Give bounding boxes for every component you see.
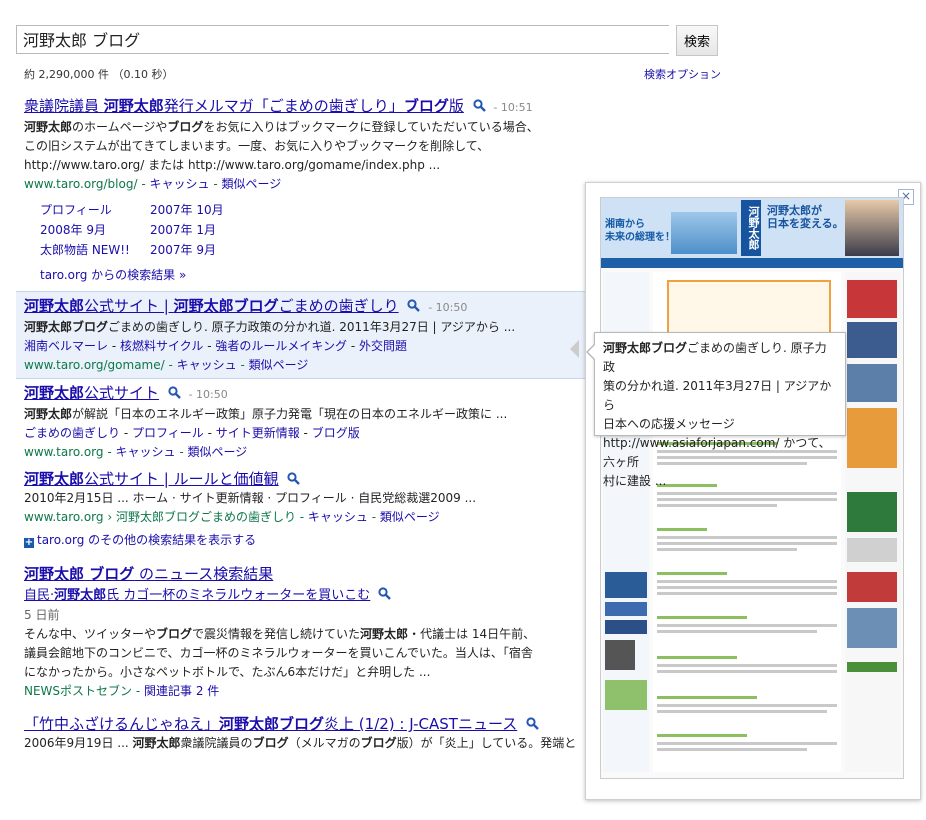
news-source-line: NEWSポストセブン - 関連記事 2 件 bbox=[24, 684, 220, 698]
thumbnail-banner: 湘南から 未来の総理を！ 河野太郎 河野太郎が 日本を変える。 bbox=[601, 198, 903, 258]
result-time: - 10:50 bbox=[188, 388, 228, 401]
result-item: 「竹中ふざけるんじゃねえ」河野太郎ブログ炎上 (1/2) : J-CASTニュー… bbox=[16, 704, 586, 757]
preview-magnifier-icon[interactable] bbox=[407, 299, 421, 312]
inline-sitelink[interactable]: プロフィール bbox=[132, 426, 204, 440]
result-title: 衆議院議員 河野太郎発行メルマガ「ごまめの歯ぎしり」ブログ版 - 10:51 bbox=[24, 96, 578, 118]
result-item: 河野太郎公式サイト - 10:50 河野太郎が解説「日本のエネルギー政策」原子力… bbox=[16, 379, 586, 465]
result-url: www.taro.org/gomame/ bbox=[24, 358, 165, 372]
search-options-link[interactable]: 検索オプション bbox=[644, 66, 721, 82]
banner-slogan-left: 湘南から 未来の総理を！ bbox=[605, 219, 675, 243]
thumbnail-nav bbox=[601, 258, 903, 268]
cache-link[interactable]: キャッシュ bbox=[177, 358, 237, 372]
sitelink[interactable]: 2007年 10月 bbox=[150, 201, 260, 218]
news-section: 河野太郎 ブログ のニュース検索結果 自民·河野太郎氏 カゴ一杯のミネラルウォー… bbox=[16, 552, 586, 704]
result-snippet: 2010年2月15日 ... ホーム · サイト更新情報 · プロフィール · … bbox=[24, 491, 477, 505]
news-heading-link[interactable]: 河野太郎 ブログ のニュース検索結果 bbox=[24, 565, 273, 583]
news-item-link[interactable]: 自民·河野太郎氏 カゴ一杯のミネラルウォーターを買いこむ bbox=[24, 588, 370, 603]
result-title: 河野太郎公式サイト | ルールと価値観 bbox=[24, 469, 578, 489]
search-input[interactable]: 河野太郎 ブログ bbox=[16, 25, 669, 54]
result-time: - 10:50 bbox=[428, 301, 468, 314]
news-snippet: そんな中、ツイッターやブログで震災情報を発信し続けていた河野太郎・代議士は 14… bbox=[24, 627, 536, 679]
search-button[interactable]: 検索 bbox=[676, 25, 718, 56]
banner-portrait bbox=[845, 200, 899, 256]
result-item: 河野太郎公式サイト | ルールと価値観 2010年2月15日 ... ホーム ·… bbox=[16, 465, 586, 552]
instant-preview-pane: × 湘南から 未来の総理を！ 河野太郎 河野太郎が 日本を変える。 bbox=[585, 182, 921, 800]
similar-link[interactable]: 類似ページ bbox=[221, 177, 281, 191]
preview-magnifier-icon[interactable] bbox=[473, 99, 486, 112]
thumbnail-right-column bbox=[845, 272, 901, 772]
result-url: www.taro.org bbox=[24, 445, 104, 459]
callout-pointer bbox=[586, 343, 596, 361]
search-bar: 河野太郎 ブログ 検索 bbox=[16, 25, 718, 56]
result-title: 河野太郎公式サイト - 10:50 bbox=[24, 383, 578, 405]
result-title-link[interactable]: 「竹中ふざけるんじゃねえ」河野太郎ブログ炎上 (1/2) : J-CASTニュー… bbox=[24, 715, 517, 733]
result-url-line: www.taro.org/gomame/ - キャッシュ - 類似ページ bbox=[24, 358, 309, 372]
result-url-line: www.taro.org - キャッシュ - 類似ページ bbox=[24, 445, 248, 459]
result-url: www.taro.org/blog/ bbox=[24, 177, 138, 191]
result-title-link[interactable]: 衆議院議員 河野太郎発行メルマガ「ごまめの歯ぎしり」ブログ版 bbox=[24, 97, 464, 115]
inline-sitelink[interactable]: 湘南ベルマーレ bbox=[24, 339, 108, 353]
result-title-link[interactable]: 河野太郎公式サイト | 河野太郎ブログごまめの歯ぎしり bbox=[24, 297, 399, 315]
result-url-line: www.taro.org › 河野太郎ブログごまめの歯ぎしり - キャッシュ -… bbox=[24, 510, 440, 524]
result-title-link[interactable]: 河野太郎公式サイト bbox=[24, 384, 159, 402]
preview-pointer bbox=[570, 340, 579, 358]
news-source: NEWSポストセブン bbox=[24, 684, 133, 698]
result-snippet: 河野太郎のホームページやブログをお気に入りはブックマークに登録していただいている… bbox=[24, 120, 539, 172]
preview-magnifier-icon[interactable] bbox=[378, 587, 392, 600]
result-snippet: 河野太郎ブログごまめの歯ぎしり. 原子力政策の分かれ道. 2011年3月27日 … bbox=[24, 320, 516, 334]
similar-link[interactable]: 類似ページ bbox=[380, 510, 440, 524]
sitelinks: プロフィール 2007年 10月 2008年 9月 2007年 1月 太郎物語 … bbox=[40, 201, 578, 258]
result-url: www.taro.org › 河野太郎ブログごまめの歯ぎしり bbox=[24, 510, 296, 524]
preview-magnifier-icon[interactable] bbox=[168, 386, 181, 399]
inline-sitelink[interactable]: ブログ版 bbox=[312, 426, 360, 440]
result-title: 河野太郎公式サイト | 河野太郎ブログごまめの歯ぎしり - 10:50 bbox=[24, 296, 578, 318]
cache-link[interactable]: キャッシュ bbox=[308, 510, 368, 524]
result-title-link[interactable]: 河野太郎公式サイト | ルールと価値観 bbox=[24, 470, 279, 488]
result-item-highlighted: 河野太郎公式サイト | 河野太郎ブログごまめの歯ぎしり - 10:50 河野太郎… bbox=[16, 291, 586, 379]
more-results-link[interactable]: taro.org のその他の検索結果を表示する bbox=[37, 533, 256, 547]
cache-link[interactable]: キャッシュ bbox=[115, 445, 175, 459]
result-snippet: 河野太郎が解説「日本のエネルギー政策」原子力発電「現在の日本のエネルギー政策に … bbox=[24, 407, 508, 421]
result-title: 「竹中ふざけるんじゃねえ」河野太郎ブログ炎上 (1/2) : J-CASTニュー… bbox=[24, 714, 578, 734]
related-articles-link[interactable]: 関連記事 2 件 bbox=[144, 684, 219, 698]
thumbnail-highlight-box bbox=[667, 280, 831, 336]
inline-sitelinks: ごまめの歯ぎしり - プロフィール - サイト更新情報 - ブログ版 bbox=[24, 426, 360, 440]
result-snippet: 2006年9月19日 ... 河野太郎衆議院議員のブログ（メルマガのブログ版）が… bbox=[24, 736, 577, 750]
banner-name: 河野太郎 bbox=[741, 200, 761, 256]
news-item-title: 自民·河野太郎氏 カゴ一杯のミネラルウォーターを買いこむ bbox=[24, 586, 578, 606]
inline-sitelink[interactable]: 強者のルールメイキング bbox=[215, 339, 347, 353]
similar-link[interactable]: 類似ページ bbox=[187, 445, 247, 459]
more-from-site-link[interactable]: taro.org からの検索結果 » bbox=[40, 268, 186, 282]
sitelink[interactable]: プロフィール bbox=[40, 201, 150, 218]
result-time: - 10:51 bbox=[493, 101, 533, 114]
results-list: 衆議院議員 河野太郎発行メルマガ「ごまめの歯ぎしり」ブログ版 - 10:51 河… bbox=[16, 92, 586, 757]
inline-sitelink[interactable]: 外交問題 bbox=[359, 339, 407, 353]
banner-photo bbox=[671, 212, 737, 254]
inline-sitelink[interactable]: サイト更新情報 bbox=[216, 426, 300, 440]
plus-icon[interactable]: + bbox=[24, 538, 34, 548]
sitelink[interactable]: 太郎物語 NEW!! bbox=[40, 241, 150, 258]
preview-magnifier-icon[interactable] bbox=[526, 717, 539, 730]
preview-text-callout: 河野太郎ブログごまめの歯ぎしり. 原子力政 策の分かれ道. 2011年3月27日… bbox=[586, 332, 846, 488]
news-heading: 河野太郎 ブログ のニュース検索結果 bbox=[24, 564, 578, 584]
inline-sitelink[interactable]: ごまめの歯ぎしり bbox=[24, 426, 120, 440]
result-item: 衆議院議員 河野太郎発行メルマガ「ごまめの歯ぎしり」ブログ版 - 10:51 河… bbox=[16, 92, 586, 287]
more-results-row: + taro.org のその他の検索結果を表示する bbox=[24, 531, 578, 548]
inline-sitelinks: 湘南ベルマーレ - 核燃料サイクル - 強者のルールメイキング - 外交問題 bbox=[24, 339, 407, 353]
banner-slogan: 河野太郎が 日本を変える。 bbox=[767, 204, 844, 230]
similar-link[interactable]: 類似ページ bbox=[249, 358, 309, 372]
result-url-line: www.taro.org/blog/ - キャッシュ - 類似ページ bbox=[24, 177, 282, 191]
sitelink[interactable]: 2007年 9月 bbox=[150, 241, 260, 258]
sitelink[interactable]: 2007年 1月 bbox=[150, 221, 260, 238]
news-date: 5 日前 bbox=[24, 608, 60, 622]
result-stats: 約 2,290,000 件 （0.10 秒） bbox=[24, 68, 174, 81]
sitelink[interactable]: 2008年 9月 bbox=[40, 221, 150, 238]
cache-link[interactable]: キャッシュ bbox=[149, 177, 209, 191]
preview-magnifier-icon[interactable] bbox=[287, 472, 301, 485]
inline-sitelink[interactable]: 核燃料サイクル bbox=[120, 339, 203, 353]
